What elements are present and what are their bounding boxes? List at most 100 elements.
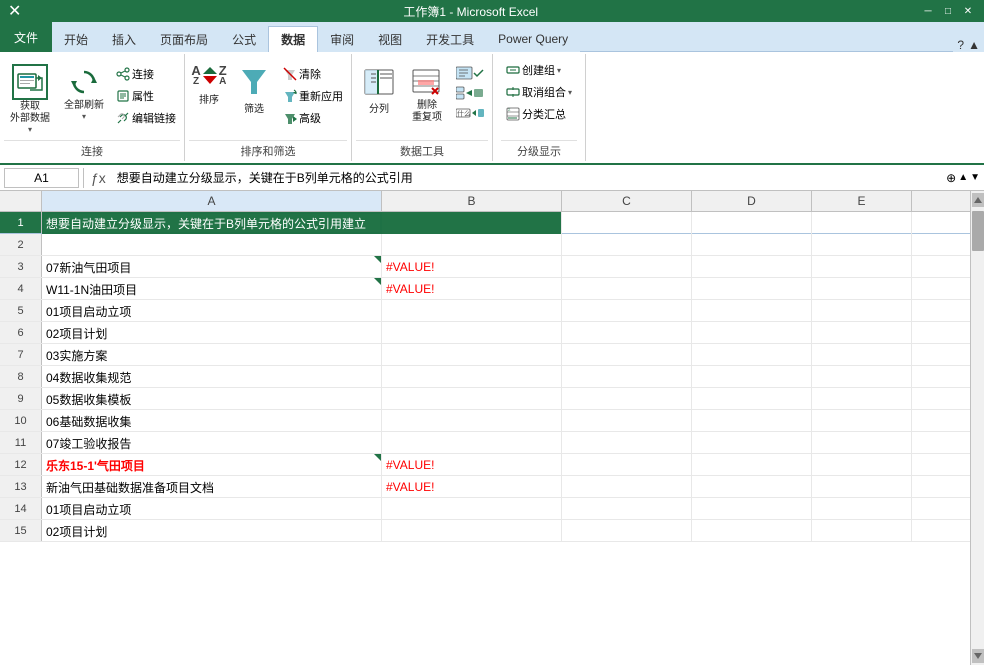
cell-d13[interactable] (692, 476, 812, 498)
cell-a3[interactable]: 07新油气田项目 (42, 256, 382, 278)
cell-c3[interactable] (562, 256, 692, 278)
scroll-down-button[interactable] (972, 649, 984, 663)
subtotal-button[interactable]: Σ 分类汇总 (501, 104, 577, 124)
sort-button[interactable]: A Z Z A 排序 (189, 60, 229, 110)
row-num-8[interactable]: 8 (0, 366, 42, 387)
help-icon[interactable]: ? (957, 38, 964, 52)
close-icon[interactable]: ✕ (960, 3, 976, 19)
row-num-7[interactable]: 7 (0, 344, 42, 365)
row-num-14[interactable]: 14 (0, 498, 42, 519)
cell-e6[interactable] (812, 322, 912, 344)
cell-b14[interactable] (382, 498, 562, 520)
cell-e13[interactable] (812, 476, 912, 498)
cell-e2[interactable] (812, 234, 912, 256)
vertical-scrollbar[interactable] (970, 191, 984, 665)
row-num-6[interactable]: 6 (0, 322, 42, 343)
cell-a10[interactable]: 06基础数据收集 (42, 410, 382, 432)
cell-d10[interactable] (692, 410, 812, 432)
cell-d1[interactable] (692, 212, 812, 234)
cell-a7[interactable]: 03实施方案 (42, 344, 382, 366)
cell-a1[interactable]: 想要自动建立分级显示，关键在于B列单元格的公式引用建立 (42, 212, 382, 234)
cell-d9[interactable] (692, 388, 812, 410)
cell-d5[interactable] (692, 300, 812, 322)
cell-a15[interactable]: 02项目计划 (42, 520, 382, 542)
cell-e11[interactable] (812, 432, 912, 454)
what-if-button[interactable]: 什么 (452, 104, 488, 122)
cell-d7[interactable] (692, 344, 812, 366)
row-num-4[interactable]: 4 (0, 278, 42, 299)
refresh-all-button[interactable]: 全部刷新 ▾ (58, 60, 110, 125)
row-num-9[interactable]: 9 (0, 388, 42, 409)
cell-a2[interactable] (42, 234, 382, 256)
cell-c15[interactable] (562, 520, 692, 542)
cell-c6[interactable] (562, 322, 692, 344)
tab-review[interactable]: 审阅 (318, 26, 366, 52)
tab-page-layout[interactable]: 页面布局 (148, 26, 220, 52)
col-header-b[interactable]: B (382, 191, 562, 211)
cell-b8[interactable] (382, 366, 562, 388)
tab-developer[interactable]: 开发工具 (414, 26, 486, 52)
ungroup-button[interactable]: 取消组合 ▾ (501, 82, 577, 102)
col-header-d[interactable]: D (692, 191, 812, 211)
tab-file[interactable]: 文件 (0, 22, 52, 52)
cell-c10[interactable] (562, 410, 692, 432)
cell-d6[interactable] (692, 322, 812, 344)
advanced-button[interactable]: 高级 (279, 108, 347, 128)
cell-c14[interactable] (562, 498, 692, 520)
cell-c9[interactable] (562, 388, 692, 410)
row-num-3[interactable]: 3 (0, 256, 42, 277)
formula-fx-button[interactable]: ƒx (88, 170, 109, 186)
row-num-15[interactable]: 15 (0, 520, 42, 541)
edit-links-button[interactable]: 编辑链接 (112, 108, 180, 128)
cell-b15[interactable] (382, 520, 562, 542)
row-num-2[interactable]: 2 (0, 234, 42, 255)
col-header-e[interactable]: E (812, 191, 912, 211)
cell-a13[interactable]: 新油气田基础数据准备项目文档 (42, 476, 382, 498)
remove-duplicates-button[interactable]: 删除重复项 (404, 60, 450, 128)
scroll-up-icon[interactable]: ▲ (958, 172, 968, 183)
minimize-ribbon-icon[interactable]: ▲ (968, 38, 980, 52)
cell-d15[interactable] (692, 520, 812, 542)
formula-input[interactable] (113, 169, 942, 187)
row-num-11[interactable]: 11 (0, 432, 42, 453)
tab-data[interactable]: 数据 (268, 26, 318, 52)
cell-e3[interactable] (812, 256, 912, 278)
cell-b12[interactable]: #VALUE! (382, 454, 562, 476)
scroll-down-icon[interactable]: ▼ (970, 172, 980, 183)
cell-e4[interactable] (812, 278, 912, 300)
tab-view[interactable]: 视图 (366, 26, 414, 52)
cell-reference-box[interactable]: A1 (4, 168, 79, 188)
cell-e5[interactable] (812, 300, 912, 322)
cell-a14[interactable]: 01项目启动立项 (42, 498, 382, 520)
clear-button[interactable]: 清除 (279, 64, 347, 84)
get-external-data-button[interactable]: 获取外部数据 ▾ (4, 60, 56, 138)
cell-d3[interactable] (692, 256, 812, 278)
col-header-a[interactable]: A (42, 191, 382, 211)
cell-a9[interactable]: 05数据收集模板 (42, 388, 382, 410)
cell-a11[interactable]: 07竣工验收报告 (42, 432, 382, 454)
tab-formula[interactable]: 公式 (220, 26, 268, 52)
filter-button[interactable]: 筛选 (231, 60, 277, 119)
connections-button[interactable]: 连接 (112, 64, 180, 84)
row-num-1[interactable]: 1 (0, 212, 42, 233)
cell-a8[interactable]: 04数据收集规范 (42, 366, 382, 388)
cell-e9[interactable] (812, 388, 912, 410)
cell-e10[interactable] (812, 410, 912, 432)
tab-home[interactable]: 开始 (52, 26, 100, 52)
properties-button[interactable]: 属性 (112, 86, 180, 106)
cell-a12[interactable]: 乐东15-1'气田项目 (42, 454, 382, 476)
cell-e8[interactable] (812, 366, 912, 388)
cell-b13[interactable]: #VALUE! (382, 476, 562, 498)
cell-b1[interactable] (382, 212, 562, 234)
cell-b5[interactable] (382, 300, 562, 322)
cell-e1[interactable] (812, 212, 912, 234)
text-to-columns-button[interactable]: 分列 (356, 60, 402, 119)
cell-d11[interactable] (692, 432, 812, 454)
cell-e7[interactable] (812, 344, 912, 366)
cell-b9[interactable] (382, 388, 562, 410)
cell-e14[interactable] (812, 498, 912, 520)
cell-a4[interactable]: W11-1N油田项目 (42, 278, 382, 300)
cell-d2[interactable] (692, 234, 812, 256)
cell-c8[interactable] (562, 366, 692, 388)
cell-c1[interactable] (562, 212, 692, 234)
